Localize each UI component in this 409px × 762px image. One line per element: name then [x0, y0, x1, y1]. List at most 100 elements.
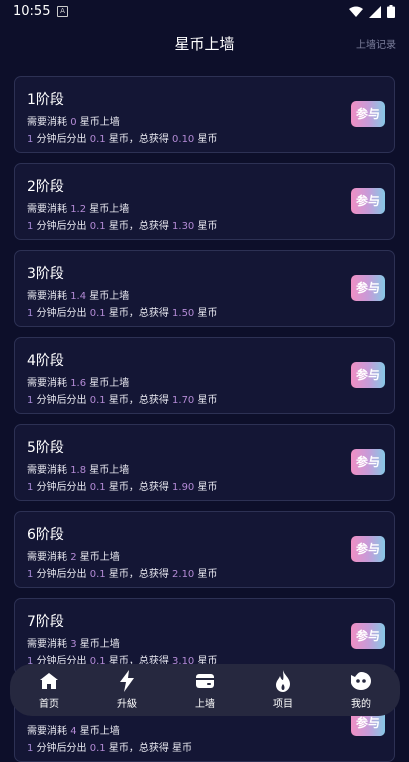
stage-cost: 1.4 — [70, 291, 87, 302]
tab-bar: 首页 升級 上墙 项目 我的 — [10, 664, 400, 716]
need-label: 需要消耗 — [27, 378, 67, 389]
need-label: 需要消耗 — [27, 465, 67, 476]
status-icons — [349, 5, 395, 18]
stage-rate: 0.1 — [89, 134, 106, 145]
stage-title: 1阶段 — [27, 92, 64, 108]
coin-wall-label: 星币上墙 — [79, 726, 120, 737]
stage-minutes: 1 — [27, 221, 34, 232]
tab-upgrade[interactable]: 升級 — [97, 670, 157, 710]
coin-total-label: 星币，总获得 — [108, 308, 169, 319]
coin-total-label: 星币，总获得 — [108, 395, 169, 406]
coin-total-label: 星币，总获得 — [108, 221, 169, 232]
stage-cost-line: 需要消耗 1.2 星币上墙 — [27, 200, 129, 215]
coin-wall-label: 星币上墙 — [79, 639, 120, 650]
stage-title: 4阶段 — [27, 353, 64, 369]
stage-rate: 0.1 — [89, 569, 106, 580]
stage-title: 7阶段 — [27, 614, 64, 630]
face-icon — [351, 672, 371, 690]
coin-total-label: 星币，总获得 — [108, 743, 169, 754]
stage-minutes: 1 — [27, 482, 34, 493]
need-label: 需要消耗 — [27, 204, 67, 215]
stage-cost: 2 — [70, 552, 77, 563]
min-out-label: 分钟后分出 — [36, 134, 87, 145]
stage-cost-line: 需要消耗 1.4 星币上墙 — [27, 287, 129, 302]
coin-label: 星币 — [197, 482, 218, 493]
wallet-icon — [196, 674, 214, 688]
min-out-label: 分钟后分出 — [36, 308, 87, 319]
tab-label: 首页 — [39, 699, 59, 710]
record-link[interactable]: 上墙记录 — [356, 36, 396, 51]
stage-rate: 0.1 — [89, 482, 106, 493]
stage-cost: 0 — [70, 117, 77, 128]
stage-rate: 0.1 — [89, 395, 106, 406]
coin-label: 星币 — [172, 743, 193, 754]
stage-minutes: 1 — [27, 308, 34, 319]
join-button[interactable]: 参与 — [351, 536, 385, 562]
stage-title: 3阶段 — [27, 266, 64, 282]
lightning-icon — [120, 670, 134, 692]
tab-wall[interactable]: 上墙 — [175, 670, 235, 710]
stage-cost-line: 需要消耗 4 星币上墙 — [27, 722, 120, 737]
tab-label: 项目 — [273, 699, 293, 710]
tab-home[interactable]: 首页 — [19, 670, 79, 710]
min-out-label: 分钟后分出 — [36, 569, 87, 580]
coin-label: 星币 — [197, 134, 218, 145]
stage-reward-line: 1 分钟后分出 0.1 星币，总获得 0.10 星币 — [27, 130, 217, 145]
stage-title: 2阶段 — [27, 179, 64, 195]
stage-minutes: 1 — [27, 743, 34, 754]
join-button[interactable]: 参与 — [351, 275, 385, 301]
stage-rate: 0.1 — [89, 308, 106, 319]
coin-total-label: 星币，总获得 — [108, 482, 169, 493]
min-out-label: 分钟后分出 — [36, 482, 87, 493]
tab-label: 上墙 — [195, 699, 215, 710]
stage-card: 1阶段 需要消耗 0 星币上墙 1 分钟后分出 0.1 星币，总获得 0.10 … — [14, 76, 395, 153]
stage-title: 5阶段 — [27, 440, 64, 456]
coin-label: 星币 — [197, 569, 218, 580]
home-icon — [40, 673, 58, 689]
join-button[interactable]: 参与 — [351, 101, 385, 127]
battery-icon — [387, 5, 395, 18]
stage-reward-line: 1 分钟后分出 0.1 星币，总获得 1.30 星币 — [27, 217, 217, 232]
stage-card: 6阶段 需要消耗 2 星币上墙 1 分钟后分出 0.1 星币，总获得 2.10 … — [14, 511, 395, 588]
coin-wall-label: 星币上墙 — [79, 552, 120, 563]
stage-rate: 0.1 — [89, 743, 106, 754]
wifi-icon — [349, 6, 363, 17]
coin-label: 星币 — [197, 308, 218, 319]
stage-minutes: 1 — [27, 569, 34, 580]
coin-wall-label: 星币上墙 — [89, 378, 130, 389]
join-button[interactable]: 参与 — [351, 188, 385, 214]
signal-icon — [369, 5, 381, 18]
join-button[interactable]: 参与 — [351, 623, 385, 649]
stage-reward-line: 1 分钟后分出 0.1 星币，总获得 2.10 星币 — [27, 565, 217, 580]
tab-projects[interactable]: 项目 — [253, 670, 313, 710]
join-button[interactable]: 参与 — [351, 362, 385, 388]
stage-cost-line: 需要消耗 1.6 星币上墙 — [27, 374, 129, 389]
stage-reward-line: 1 分钟后分出 0.1 星币，总获得 1.70 星币 — [27, 391, 217, 406]
stage-total: 1.30 — [172, 221, 195, 232]
need-label: 需要消耗 — [27, 291, 67, 302]
coin-wall-label: 星币上墙 — [89, 465, 130, 476]
coin-wall-label: 星币上墙 — [89, 291, 130, 302]
stage-cost-line: 需要消耗 0 星币上墙 — [27, 113, 120, 128]
stage-cost: 1.6 — [70, 378, 87, 389]
need-label: 需要消耗 — [27, 552, 67, 563]
join-button[interactable]: 参与 — [351, 449, 385, 475]
stage-cost: 4 — [70, 726, 77, 737]
coin-label: 星币 — [197, 221, 218, 232]
coin-wall-label: 星币上墙 — [79, 117, 120, 128]
min-out-label: 分钟后分出 — [36, 221, 87, 232]
stage-cost: 3 — [70, 639, 77, 650]
tab-mine[interactable]: 我的 — [331, 670, 391, 710]
need-label: 需要消耗 — [27, 117, 67, 128]
flame-icon — [276, 670, 290, 692]
stage-total: 0.10 — [172, 134, 195, 145]
tab-label: 我的 — [351, 699, 371, 710]
page-title: 星币上墙 — [174, 35, 235, 53]
stage-card: 4阶段 需要消耗 1.6 星币上墙 1 分钟后分出 0.1 星币，总获得 1.7… — [14, 337, 395, 414]
stage-reward-line: 1 分钟后分出 0.1 星币，总获得 1.90 星币 — [27, 478, 217, 493]
stage-rate: 0.1 — [89, 221, 106, 232]
stage-total: 1.70 — [172, 395, 195, 406]
stage-cost: 1.8 — [70, 465, 87, 476]
stage-card: 2阶段 需要消耗 1.2 星币上墙 1 分钟后分出 0.1 星币，总获得 1.3… — [14, 163, 395, 240]
stage-minutes: 1 — [27, 395, 34, 406]
